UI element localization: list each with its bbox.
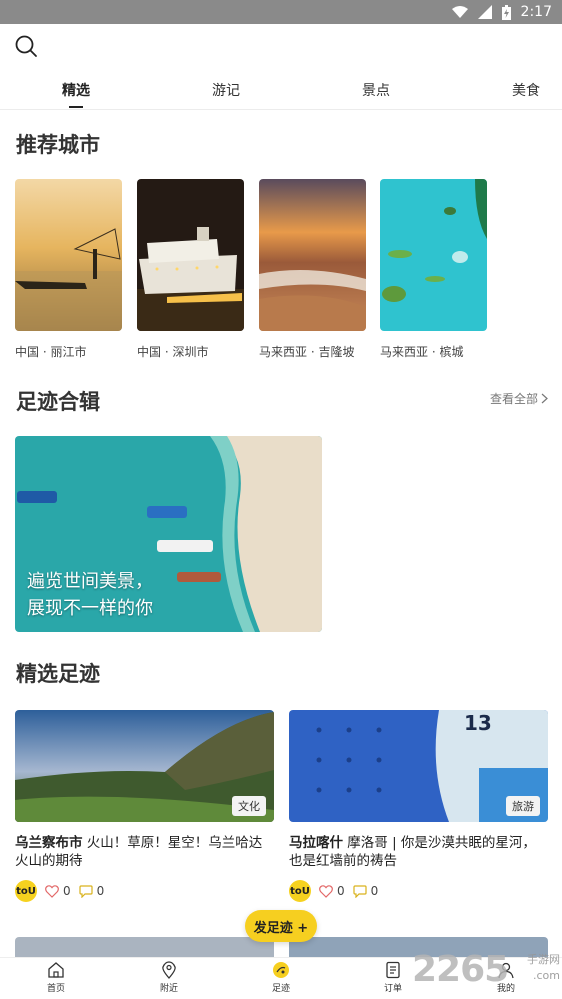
- tab-active-indicator: [69, 106, 83, 108]
- city-card-lijiang[interactable]: 中国 · 丽江市: [15, 179, 122, 360]
- nav-home[interactable]: 首页: [28, 961, 84, 994]
- like-button[interactable]: 0: [319, 884, 345, 898]
- like-button[interactable]: 0: [45, 884, 71, 898]
- heart-icon: [45, 884, 59, 898]
- city-card-kuala-lumpur[interactable]: 马来西亚 · 吉隆坡: [259, 179, 366, 360]
- city-card-penang[interactable]: 马来西亚 · 槟城: [380, 179, 487, 360]
- watermark-suffix: 手游网: [527, 953, 560, 966]
- footprint-icon: [273, 962, 289, 978]
- post-image: 文化: [15, 710, 274, 822]
- chevron-right-icon: [541, 393, 548, 404]
- comment-icon: [79, 884, 93, 898]
- avatar[interactable]: toU: [15, 880, 37, 902]
- city-image: [259, 179, 366, 331]
- order-icon: [386, 961, 400, 979]
- battery-icon: [501, 4, 511, 20]
- tab-attractions[interactable]: 景点: [362, 80, 390, 100]
- post-footprint-button[interactable]: 发足迹 +: [245, 910, 317, 942]
- like-count: 0: [63, 884, 71, 898]
- city-card-shenzhen[interactable]: 中国 · 深圳市: [137, 179, 244, 360]
- tab-travelogue[interactable]: 游记: [212, 80, 240, 100]
- post-card-marrakech[interactable]: 13 旅游 马拉喀什 摩洛哥 | 你是沙漠共眠的星河，也是红墙前的祷告 toU …: [289, 710, 548, 902]
- nav-footprint-label: 足迹: [271, 984, 290, 994]
- nav-footprint[interactable]: 足迹: [253, 961, 309, 994]
- view-all-label: 查看全部: [489, 392, 538, 406]
- comment-count: 0: [370, 884, 379, 898]
- post-text: 马拉喀什 摩洛哥 | 你是沙漠共眠的星河，也是红墙前的祷告: [289, 834, 548, 870]
- nav-nearby[interactable]: 附近: [141, 961, 197, 994]
- post-location: 乌兰察布市: [15, 835, 83, 851]
- city-label: 马来西亚 · 吉隆坡: [259, 345, 355, 359]
- banner-caption: 遍览世间美景， 展现不一样的你: [27, 568, 153, 622]
- wifi-icon: [451, 5, 468, 18]
- heart-icon: [319, 884, 333, 898]
- banner-line-1: 遍览世间美景，: [27, 571, 153, 592]
- comment-count: 0: [96, 884, 105, 898]
- status-bar: 2:17: [0, 0, 562, 24]
- post-location: 马拉喀什: [289, 835, 343, 851]
- city-image: [137, 179, 244, 331]
- home-icon: [48, 962, 64, 978]
- comment-icon: [353, 884, 367, 898]
- city-image: [380, 179, 487, 331]
- collections-title: 足迹合辑: [16, 390, 100, 414]
- post-card-ulanqab[interactable]: 文化 乌兰察布市 火山！草原！星空！乌兰哈达火山的期待 toU 0 0: [15, 710, 274, 902]
- watermark-logo: 2265 手游网 .com: [412, 945, 562, 995]
- like-count: 0: [337, 884, 345, 898]
- city-label: 马来西亚 · 槟城: [380, 345, 464, 359]
- banner-line-2: 展现不一样的你: [27, 598, 153, 619]
- nav-home-label: 首页: [46, 984, 65, 994]
- tab-bar: 精选 游记 景点 美食: [0, 74, 562, 110]
- post-meta: toU 0 0: [15, 880, 274, 902]
- comment-button[interactable]: 0: [353, 884, 379, 898]
- avatar[interactable]: toU: [289, 880, 311, 902]
- search-icon[interactable]: [14, 34, 38, 58]
- status-time: 2:17: [520, 4, 552, 20]
- post-tag: 旅游: [506, 796, 540, 816]
- post-card-partial[interactable]: [15, 937, 274, 959]
- svg-text:13: 13: [464, 711, 492, 735]
- collection-banner[interactable]: 遍览世间美景， 展现不一样的你: [15, 436, 322, 632]
- tab-featured[interactable]: 精选: [62, 80, 90, 108]
- city-label: 中国 · 丽江市: [15, 345, 87, 359]
- nav-nearby-label: 附近: [159, 984, 178, 994]
- signal-icon: [477, 5, 492, 19]
- post-text: 乌兰察布市 火山！草原！星空！乌兰哈达火山的期待: [15, 834, 274, 870]
- comment-button[interactable]: 0: [79, 884, 105, 898]
- recommended-cities-title: 推荐城市: [16, 133, 100, 157]
- view-all-link[interactable]: 查看全部: [490, 390, 548, 407]
- post-image: 13 旅游: [289, 710, 548, 822]
- featured-title: 精选足迹: [16, 662, 100, 686]
- tab-food[interactable]: 美食: [512, 80, 540, 100]
- post-tag: 文化: [232, 796, 266, 816]
- city-image: [15, 179, 122, 331]
- location-pin-icon: [162, 961, 176, 979]
- city-label: 中国 · 深圳市: [137, 345, 209, 359]
- nav-orders-label: 订单: [383, 984, 402, 994]
- post-meta: toU 0 0: [289, 880, 548, 902]
- watermark-domain: .com: [533, 969, 560, 982]
- watermark-number: 2265: [412, 949, 509, 990]
